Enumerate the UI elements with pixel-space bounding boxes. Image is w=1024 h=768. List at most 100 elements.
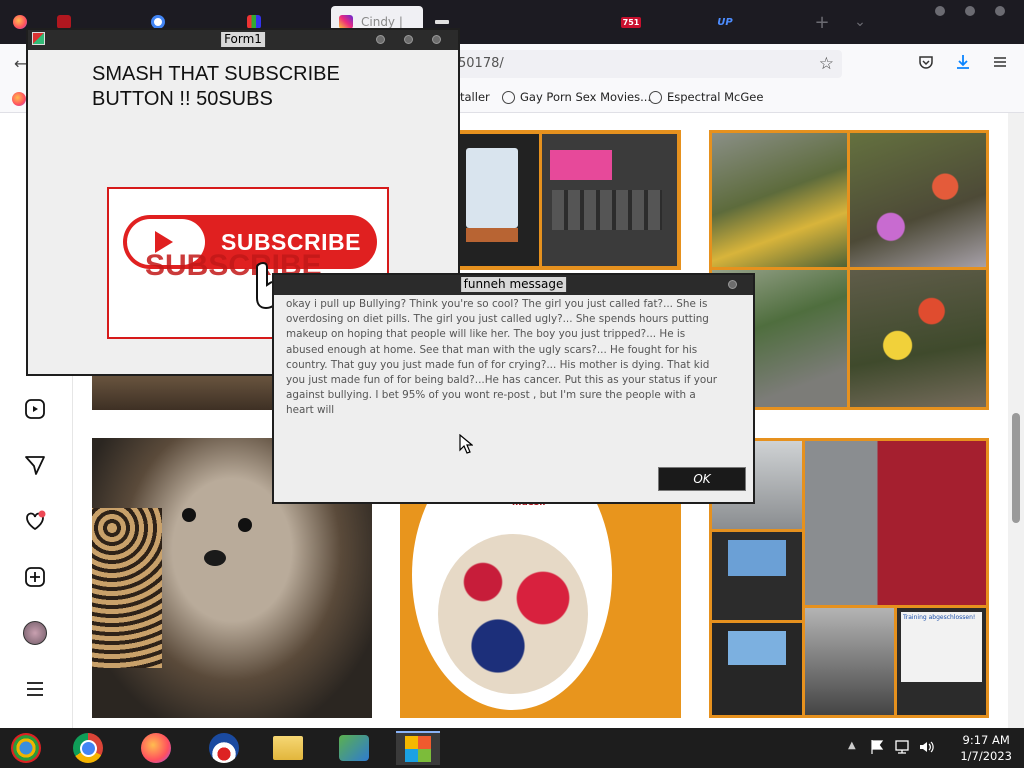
dog-eye (238, 518, 252, 532)
bookmark-star-icon[interactable]: ☆ (819, 50, 834, 78)
url-bar[interactable]: 50178/ ☆ (440, 50, 842, 78)
treadmills-photo (805, 608, 894, 715)
firefox-icon (13, 15, 27, 29)
bookmark-item[interactable]: taller (460, 90, 490, 104)
form1-titlebar[interactable]: Form1 (28, 30, 458, 50)
ok-button[interactable]: OK (658, 467, 746, 491)
windows-orb-icon (11, 733, 41, 763)
volume-icon[interactable] (918, 739, 934, 758)
badge-icon: 751 (620, 16, 642, 28)
close-icon[interactable] (728, 280, 737, 289)
gravestone-photo (712, 133, 847, 267)
bookmark-label: Espectral McGee (667, 90, 764, 104)
tab-751[interactable]: 751 (620, 6, 642, 38)
maximize-icon[interactable] (404, 35, 413, 44)
pocket-icon[interactable] (918, 54, 934, 70)
dialog-titlebar[interactable]: funneh message (274, 275, 753, 295)
plus-icon: + (814, 11, 830, 33)
tab-label: Cindy | (361, 15, 403, 29)
reels-icon[interactable] (22, 396, 48, 422)
dog-nose (204, 550, 226, 566)
taskbar-obama-app[interactable] (202, 731, 246, 765)
create-plus-icon[interactable] (22, 564, 48, 590)
bookmark-item[interactable]: Gay Porn Sex Movies... (502, 90, 651, 104)
training-summary: Training abgeschlossen! (901, 612, 982, 682)
taskbar: ▲ 9:17 AM 1/7/2023 (0, 728, 1024, 768)
dog-eye (182, 508, 196, 522)
tray-expand-icon[interactable]: ▲ (848, 740, 856, 751)
dialog-message: okay i pull up Bullying? Think you're so… (286, 298, 718, 417)
taskbar-file-explorer[interactable] (266, 731, 310, 765)
start-button[interactable] (4, 731, 48, 765)
minimize-icon[interactable] (935, 6, 945, 16)
new-tab-button[interactable]: + (812, 6, 832, 38)
bookmark-label: taller (460, 90, 490, 104)
mouse-cursor-icon (459, 434, 473, 454)
more-menu-icon[interactable] (22, 676, 48, 702)
page-scrollbar[interactable] (1008, 113, 1024, 728)
taskbar-network-app[interactable] (332, 731, 376, 765)
form1-title: Form1 (221, 32, 265, 47)
subscribe-heading: SMASH THAT SUBSCRIBE BUTTON !! 50SUBS (92, 63, 340, 110)
close-icon[interactable] (995, 6, 1005, 16)
machine-display (728, 540, 786, 576)
dialog-title: funneh message (460, 277, 567, 292)
up-icon: UP (717, 16, 733, 28)
network-icon[interactable] (894, 739, 910, 758)
network-users-icon (339, 735, 369, 761)
machine-display (728, 631, 786, 665)
profile-avatar[interactable] (22, 620, 48, 646)
tab-list-button[interactable]: ⌄ (850, 6, 870, 38)
chevron-down-icon: ⌄ (854, 14, 866, 30)
clock-date: 1/7/2023 (960, 749, 1012, 763)
firefox-bookmark-icon[interactable] (12, 92, 26, 106)
clock-time: 9:17 AM (962, 733, 1010, 747)
lockers-photo (805, 441, 986, 605)
notifications-heart-icon[interactable] (22, 508, 48, 534)
system-clock[interactable]: 9:17 AM 1/7/2023 (960, 732, 1012, 764)
post-thumbnail-hidden[interactable] (92, 374, 273, 410)
leopard-blanket (92, 508, 162, 668)
scrollbar-thumb[interactable] (1012, 413, 1020, 523)
wreath-photo (850, 270, 986, 407)
google-icon (151, 15, 165, 29)
taskbar-firefox[interactable] (134, 731, 178, 765)
summary-screen-photo: Training abgeschlossen! (897, 608, 986, 715)
globe-icon (649, 90, 662, 104)
tab-up[interactable]: UP (714, 6, 736, 38)
maximize-icon[interactable] (965, 6, 975, 16)
chrome-icon (73, 733, 103, 763)
red-tab-icon (57, 15, 71, 29)
bookmark-item[interactable]: Espectral McGee (649, 90, 763, 104)
bar-chart-icon (247, 15, 261, 29)
app-window-icon (405, 736, 431, 762)
flag-icon[interactable] (870, 739, 884, 758)
menu-icon[interactable] (992, 54, 1008, 70)
console-photo (542, 134, 677, 266)
avatar (23, 621, 47, 645)
console-lcd (550, 150, 612, 180)
url-text: 50178/ (458, 56, 504, 71)
github-icon (435, 20, 449, 24)
app-icon (32, 32, 45, 45)
download-icon[interactable] (955, 54, 971, 70)
messages-icon[interactable] (22, 452, 48, 478)
taskbar-form-app[interactable] (396, 731, 440, 765)
minimize-icon[interactable] (376, 35, 385, 44)
screen-display (466, 148, 518, 228)
taskbar-chrome[interactable] (66, 731, 110, 765)
screen-wallpaper (466, 228, 518, 242)
instagram-icon (339, 15, 353, 29)
machine-screen-photo (712, 532, 802, 620)
close-icon[interactable] (432, 35, 441, 44)
funneh-message-dialog: funneh message okay i pull up Bullying? … (272, 273, 755, 504)
berries (438, 534, 588, 694)
console-buttons (552, 190, 662, 230)
bookmark-label: Gay Porn Sex Movies... (520, 90, 652, 104)
campaign-logo-icon (209, 733, 239, 763)
globe-icon (502, 90, 515, 104)
firefox-icon (141, 733, 171, 763)
folder-icon (273, 736, 303, 760)
machine-photo-2 (712, 623, 802, 715)
flowers-photo (850, 133, 986, 267)
